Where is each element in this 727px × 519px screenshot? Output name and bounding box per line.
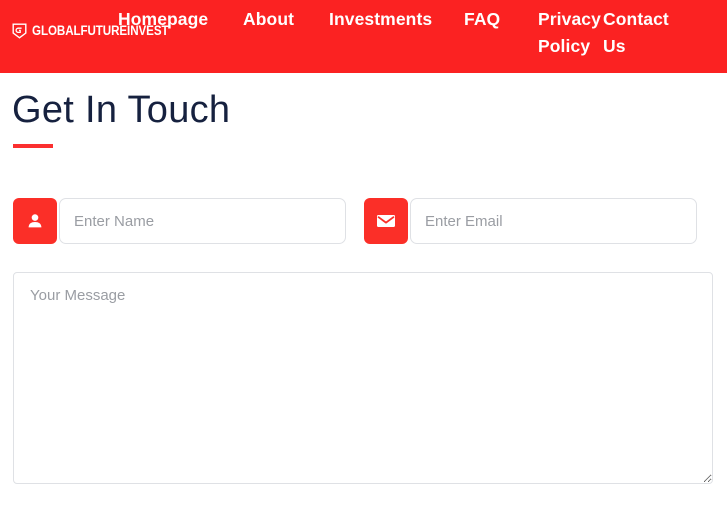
nav-item-contact-us[interactable]: Contact Us (603, 6, 673, 60)
title-accent-rule (13, 144, 53, 148)
contact-page: Get In Touch (0, 73, 727, 519)
email-field-group (364, 198, 697, 244)
nav-item-about[interactable]: About (243, 6, 329, 33)
envelope-icon (364, 198, 408, 244)
name-input[interactable] (59, 198, 346, 244)
contact-form-row (13, 198, 713, 244)
email-input[interactable] (410, 198, 697, 244)
nav-item-homepage[interactable]: Homepage (118, 6, 243, 33)
name-field-group (13, 198, 346, 244)
nav-item-investments[interactable]: Investments (329, 6, 464, 33)
main-navigation: Homepage About Investments FAQ Privacy P… (118, 6, 723, 60)
nav-item-privacy-policy[interactable]: Privacy Policy (538, 6, 603, 60)
page-title: Get In Touch (12, 89, 231, 131)
site-header: GLOBALFUTUREINVEST Homepage About Invest… (0, 0, 727, 73)
shield-g-logo-icon (12, 23, 27, 39)
nav-item-faq[interactable]: FAQ (464, 6, 538, 33)
person-icon (13, 198, 57, 244)
message-textarea[interactable] (13, 272, 713, 484)
